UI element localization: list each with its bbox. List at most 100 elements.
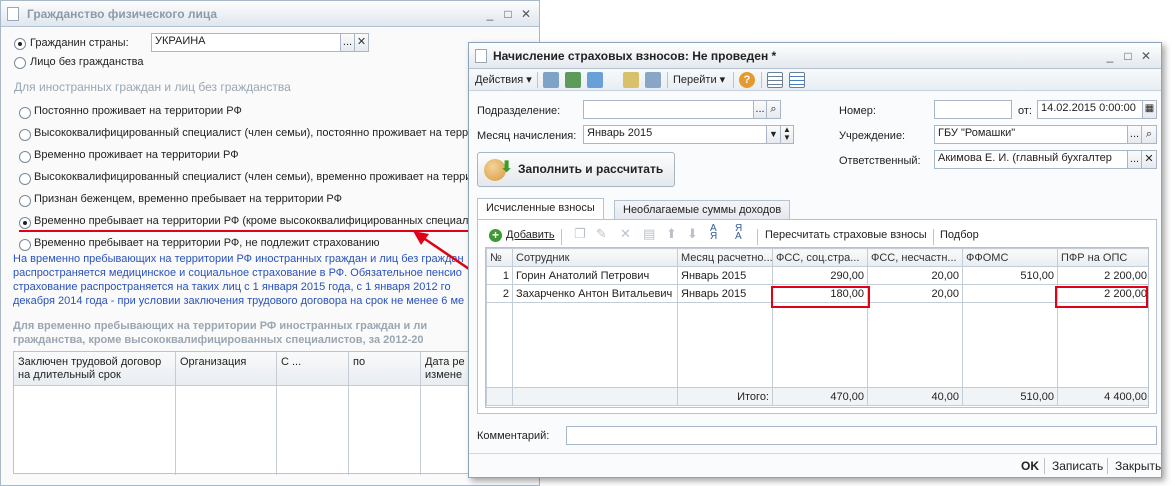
settings-list-icon[interactable] (789, 72, 805, 88)
date-input[interactable]: 14.02.2015 0:00:00 (1037, 100, 1143, 119)
sort-asc-icon[interactable]: AЯ (710, 224, 717, 242)
structure-icon[interactable] (645, 72, 661, 88)
list-icon[interactable] (767, 72, 783, 88)
toolbar-separator (933, 229, 934, 245)
radio-option-5[interactable] (19, 195, 31, 207)
month-input[interactable]: Январь 2015 (583, 125, 767, 144)
ok-button[interactable]: OK (1021, 456, 1039, 476)
total-ffoms: 510,00 (962, 387, 1058, 406)
delete-icon[interactable]: ✕ (620, 226, 631, 242)
radio-stateless[interactable] (14, 57, 26, 69)
tab-nontaxable[interactable]: Необлагаемые суммы доходов (614, 200, 791, 220)
save-row-icon[interactable]: ▤ (643, 226, 655, 242)
minimize-icon[interactable]: _ (482, 1, 498, 27)
table-header-row: № Сотрудник Месяц расчетно... ФСС, соц.с… (486, 248, 1148, 267)
calendar-icon[interactable]: ▦ (1142, 100, 1157, 119)
col-ffoms[interactable]: ФФОМС (962, 248, 1058, 267)
edit-icon[interactable]: ✎ (596, 226, 607, 242)
save-icon[interactable] (565, 72, 581, 88)
comment-input[interactable] (566, 426, 1157, 445)
fill-calculate-button[interactable]: ⬇ Заполнить и рассчитать (477, 152, 675, 187)
cell-ffoms: 510,00 (962, 266, 1058, 285)
radio-option-2[interactable] (19, 129, 31, 141)
toolbar-separator (537, 72, 538, 88)
cell-num: 2 (486, 284, 513, 303)
table-row[interactable]: 1 Горин Анатолий Петрович Январь 2015 29… (486, 266, 1148, 285)
cell-month: Январь 2015 (677, 284, 773, 303)
total-pfr: 4 400,00 (1057, 387, 1148, 406)
main-toolbar: Действия ▾ Перейти ▾ ? (469, 69, 1161, 91)
tab-calculated[interactable]: Исчисленные взносы (477, 198, 604, 220)
radio-citizen[interactable] (14, 38, 26, 50)
add-button[interactable]: Добавить (506, 229, 555, 241)
select-dots-icon[interactable]: ... (1127, 150, 1142, 169)
col-pfr[interactable]: ПФР на ОПС (1057, 248, 1148, 267)
select-dots-icon[interactable]: ... (340, 33, 355, 52)
number-input[interactable] (934, 100, 1012, 119)
select-button[interactable]: Подбор (940, 229, 979, 241)
resp-label: Ответственный: (839, 155, 921, 167)
note-line: декабря 2014 года - при условии заключен… (13, 295, 465, 307)
select-dots-icon[interactable]: ... (1127, 125, 1142, 144)
cell-month: Январь 2015 (677, 266, 773, 285)
clear-icon[interactable]: ✕ (354, 33, 369, 52)
cell-fss-ns: 20,00 (867, 284, 963, 303)
radio-option-1[interactable] (19, 107, 31, 119)
move-down-icon[interactable]: ⬇ (687, 226, 698, 242)
radio-option-7[interactable] (19, 239, 31, 251)
post-icon[interactable] (543, 72, 559, 88)
clear-icon[interactable]: ✕ (1141, 150, 1157, 169)
country-input[interactable]: УКРАИНА (151, 33, 341, 52)
radio-option-3[interactable] (19, 151, 31, 163)
contracts-table[interactable]: Заключен трудовой договор на длительный … (13, 351, 474, 475)
month-label: Месяц начисления: (477, 130, 577, 142)
report-icon[interactable] (623, 72, 639, 88)
stepper-icon[interactable]: ▲ ▼ (780, 125, 794, 144)
cell-employee: Захарченко Антон Витальевич (512, 284, 678, 303)
goto-menu[interactable]: Перейти ▾ (673, 73, 725, 86)
toolbar-separator (761, 72, 762, 88)
maximize-icon[interactable]: □ (500, 1, 516, 27)
citizen-label: Гражданин страны: (30, 37, 129, 49)
search-icon[interactable]: ⌕ (1141, 125, 1157, 144)
contributions-table[interactable]: № Сотрудник Месяц расчетно... ФСС, соц.с… (485, 247, 1149, 408)
resp-input[interactable]: Акимова Е. И. (главный бухгалтер (934, 150, 1128, 169)
col-month[interactable]: Месяц расчетно... (677, 248, 773, 267)
recalc-button[interactable]: Пересчитать страховые взносы (765, 229, 927, 241)
copy-icon[interactable]: ❐ (574, 226, 586, 242)
move-up-icon[interactable]: ⬆ (666, 226, 677, 242)
department-input[interactable] (583, 100, 754, 119)
maximize-icon[interactable]: □ (1120, 43, 1136, 69)
org-input[interactable]: ГБУ "Ромашки" (934, 125, 1128, 144)
actions-menu[interactable]: Действия ▾ (475, 73, 532, 86)
actions-label: Действия (475, 74, 524, 86)
goto-label: Перейти (673, 74, 717, 86)
add-icon[interactable]: + (489, 229, 502, 242)
search-icon[interactable]: ⌕ (766, 100, 781, 119)
refresh-icon[interactable] (587, 72, 603, 88)
save-button[interactable]: Записать (1052, 456, 1103, 476)
close-icon[interactable]: ✕ (518, 1, 534, 27)
col-change-date: Дата ре измене (425, 356, 465, 381)
temp-section-line: гражданства, кроме высококвалифицированн… (13, 334, 424, 346)
select-dots-icon[interactable]: ... (753, 100, 767, 119)
close-icon[interactable]: ✕ (1138, 43, 1154, 69)
footer-separator (1044, 458, 1045, 474)
minimize-icon[interactable]: _ (1102, 43, 1118, 69)
help-icon[interactable]: ? (739, 72, 755, 88)
col-fss-soc[interactable]: ФСС, соц.стра... (772, 248, 868, 267)
close-button[interactable]: Закрыть (1115, 456, 1161, 476)
number-label: Номер: (839, 105, 876, 117)
footer-divider (469, 453, 1161, 454)
sort-desc-icon[interactable]: ЯA (735, 224, 742, 242)
highlight-box-fss-soc (771, 286, 870, 308)
option-label: Временно пребывает на территории РФ, не … (34, 237, 380, 249)
total-fss-soc: 470,00 (772, 387, 868, 406)
radio-option-6[interactable] (19, 217, 31, 229)
red-underline (19, 230, 471, 232)
col-fss-ns[interactable]: ФСС, несчастн... (867, 248, 963, 267)
col-employee[interactable]: Сотрудник (512, 248, 678, 267)
col-num[interactable]: № (486, 248, 513, 267)
chevron-down-icon[interactable]: ▼ (766, 125, 781, 144)
radio-option-4[interactable] (19, 173, 31, 185)
